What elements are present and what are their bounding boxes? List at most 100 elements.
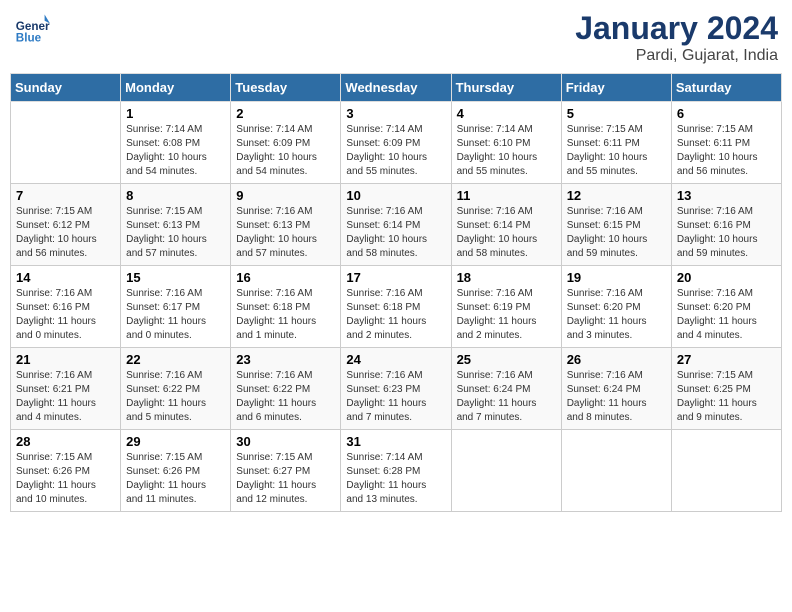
weekday-header-cell: Thursday (451, 74, 561, 102)
day-number: 18 (457, 270, 556, 285)
cell-info: Sunrise: 7:16 AM Sunset: 6:24 PM Dayligh… (567, 369, 666, 425)
day-number: 14 (16, 270, 115, 285)
cell-info: Sunrise: 7:14 AM Sunset: 6:28 PM Dayligh… (346, 451, 445, 507)
calendar-cell: 7 Sunrise: 7:15 AM Sunset: 6:12 PM Daylig… (11, 184, 121, 266)
cell-info: Sunrise: 7:14 AM Sunset: 6:10 PM Dayligh… (457, 123, 556, 179)
cell-info: Sunrise: 7:16 AM Sunset: 6:24 PM Dayligh… (457, 369, 556, 425)
day-number: 10 (346, 188, 445, 203)
cell-info: Sunrise: 7:16 AM Sunset: 6:16 PM Dayligh… (16, 287, 115, 343)
day-number: 8 (126, 188, 225, 203)
svg-text:Blue: Blue (16, 32, 42, 45)
day-number: 6 (677, 106, 776, 121)
calendar-cell: 25 Sunrise: 7:16 AM Sunset: 6:24 PM Dayli… (451, 348, 561, 430)
calendar-cell: 5Sunrise: 7:15 AM Sunset: 6:11 PM Daylig… (561, 102, 671, 184)
cell-info: Sunrise: 7:16 AM Sunset: 6:22 PM Dayligh… (126, 369, 225, 425)
calendar-cell: 17 Sunrise: 7:16 AM Sunset: 6:18 PM Dayli… (341, 266, 451, 348)
calendar-cell: 9 Sunrise: 7:16 AM Sunset: 6:13 PM Daylig… (231, 184, 341, 266)
day-number: 17 (346, 270, 445, 285)
calendar-cell: 16Sunrise: 7:16 AM Sunset: 6:18 PM Dayli… (231, 266, 341, 348)
cell-info: Sunrise: 7:16 AM Sunset: 6:15 PM Dayligh… (567, 205, 666, 261)
day-number: 13 (677, 188, 776, 203)
cell-info: Sunrise: 7:15 AM Sunset: 6:26 PM Dayligh… (16, 451, 115, 507)
cell-info: Sunrise: 7:15 AM Sunset: 6:27 PM Dayligh… (236, 451, 335, 507)
calendar-cell: 11 Sunrise: 7:16 AM Sunset: 6:14 PM Dayli… (451, 184, 561, 266)
calendar-week-row: 28 Sunrise: 7:15 AM Sunset: 6:26 PM Dayli… (11, 430, 782, 512)
cell-info: Sunrise: 7:16 AM Sunset: 6:13 PM Dayligh… (236, 205, 335, 261)
weekday-header-cell: Friday (561, 74, 671, 102)
day-number: 12 (567, 188, 666, 203)
calendar-week-row: 7 Sunrise: 7:15 AM Sunset: 6:12 PM Daylig… (11, 184, 782, 266)
day-number: 28 (16, 434, 115, 449)
weekday-header-row: SundayMondayTuesdayWednesdayThursdayFrid… (11, 74, 782, 102)
calendar-cell: 10 Sunrise: 7:16 AM Sunset: 6:14 PM Dayli… (341, 184, 451, 266)
calendar-cell: 30Sunrise: 7:15 AM Sunset: 6:27 PM Dayli… (231, 430, 341, 512)
cell-info: Sunrise: 7:15 AM Sunset: 6:12 PM Dayligh… (16, 205, 115, 261)
day-number: 23 (236, 352, 335, 367)
calendar-cell: 23Sunrise: 7:16 AM Sunset: 6:22 PM Dayli… (231, 348, 341, 430)
calendar-cell: 28 Sunrise: 7:15 AM Sunset: 6:26 PM Dayli… (11, 430, 121, 512)
cell-info: Sunrise: 7:16 AM Sunset: 6:18 PM Dayligh… (346, 287, 445, 343)
day-number: 1 (126, 106, 225, 121)
calendar-cell: 26Sunrise: 7:16 AM Sunset: 6:24 PM Dayli… (561, 348, 671, 430)
calendar-cell: 31 Sunrise: 7:14 AM Sunset: 6:28 PM Dayli… (341, 430, 451, 512)
cell-info: Sunrise: 7:15 AM Sunset: 6:26 PM Dayligh… (126, 451, 225, 507)
cell-info: Sunrise: 7:16 AM Sunset: 6:19 PM Dayligh… (457, 287, 556, 343)
day-number: 19 (567, 270, 666, 285)
calendar-week-row: 21 Sunrise: 7:16 AM Sunset: 6:21 PM Dayli… (11, 348, 782, 430)
cell-info: Sunrise: 7:16 AM Sunset: 6:20 PM Dayligh… (677, 287, 776, 343)
calendar-cell (451, 430, 561, 512)
cell-info: Sunrise: 7:16 AM Sunset: 6:16 PM Dayligh… (677, 205, 776, 261)
cell-info: Sunrise: 7:15 AM Sunset: 6:25 PM Dayligh… (677, 369, 776, 425)
weekday-header-cell: Wednesday (341, 74, 451, 102)
cell-info: Sunrise: 7:15 AM Sunset: 6:13 PM Dayligh… (126, 205, 225, 261)
cell-info: Sunrise: 7:16 AM Sunset: 6:17 PM Dayligh… (126, 287, 225, 343)
day-number: 21 (16, 352, 115, 367)
title-block: January 2024 Pardi, Gujarat, India (575, 10, 778, 65)
calendar-cell: 14 Sunrise: 7:16 AM Sunset: 6:16 PM Dayli… (11, 266, 121, 348)
calendar-cell (561, 430, 671, 512)
calendar-cell: 3 Sunrise: 7:14 AM Sunset: 6:09 PM Daylig… (341, 102, 451, 184)
calendar-cell: 22 Sunrise: 7:16 AM Sunset: 6:22 PM Dayli… (121, 348, 231, 430)
location-title: Pardi, Gujarat, India (575, 47, 778, 65)
cell-info: Sunrise: 7:16 AM Sunset: 6:18 PM Dayligh… (236, 287, 335, 343)
cell-info: Sunrise: 7:15 AM Sunset: 6:11 PM Dayligh… (677, 123, 776, 179)
day-number: 4 (457, 106, 556, 121)
cell-info: Sunrise: 7:14 AM Sunset: 6:09 PM Dayligh… (346, 123, 445, 179)
day-number: 22 (126, 352, 225, 367)
day-number: 25 (457, 352, 556, 367)
day-number: 7 (16, 188, 115, 203)
day-number: 20 (677, 270, 776, 285)
weekday-header-cell: Sunday (11, 74, 121, 102)
calendar-cell (11, 102, 121, 184)
calendar-cell: 13 Sunrise: 7:16 AM Sunset: 6:16 PM Dayli… (671, 184, 781, 266)
calendar-cell: 20 Sunrise: 7:16 AM Sunset: 6:20 PM Dayli… (671, 266, 781, 348)
calendar-cell: 24Sunrise: 7:16 AM Sunset: 6:23 PM Dayli… (341, 348, 451, 430)
day-number: 15 (126, 270, 225, 285)
calendar-cell: 1Sunrise: 7:14 AM Sunset: 6:08 PM Daylig… (121, 102, 231, 184)
cell-info: Sunrise: 7:15 AM Sunset: 6:11 PM Dayligh… (567, 123, 666, 179)
cell-info: Sunrise: 7:14 AM Sunset: 6:09 PM Dayligh… (236, 123, 335, 179)
day-number: 11 (457, 188, 556, 203)
day-number: 31 (346, 434, 445, 449)
day-number: 3 (346, 106, 445, 121)
day-number: 29 (126, 434, 225, 449)
weekday-header-cell: Saturday (671, 74, 781, 102)
weekday-header-cell: Tuesday (231, 74, 341, 102)
cell-info: Sunrise: 7:16 AM Sunset: 6:14 PM Dayligh… (346, 205, 445, 261)
logo-icon: General Blue (14, 10, 50, 46)
calendar-body: 1Sunrise: 7:14 AM Sunset: 6:08 PM Daylig… (11, 102, 782, 512)
calendar-cell: 15 Sunrise: 7:16 AM Sunset: 6:17 PM Dayli… (121, 266, 231, 348)
calendar-cell: 19Sunrise: 7:16 AM Sunset: 6:20 PM Dayli… (561, 266, 671, 348)
cell-info: Sunrise: 7:16 AM Sunset: 6:14 PM Dayligh… (457, 205, 556, 261)
calendar-week-row: 14 Sunrise: 7:16 AM Sunset: 6:16 PM Dayli… (11, 266, 782, 348)
calendar-cell: 8 Sunrise: 7:15 AM Sunset: 6:13 PM Daylig… (121, 184, 231, 266)
calendar-week-row: 1Sunrise: 7:14 AM Sunset: 6:08 PM Daylig… (11, 102, 782, 184)
day-number: 9 (236, 188, 335, 203)
calendar-cell: 27Sunrise: 7:15 AM Sunset: 6:25 PM Dayli… (671, 348, 781, 430)
calendar-cell: 21 Sunrise: 7:16 AM Sunset: 6:21 PM Dayli… (11, 348, 121, 430)
calendar-cell (671, 430, 781, 512)
calendar-cell: 6 Sunrise: 7:15 AM Sunset: 6:11 PM Daylig… (671, 102, 781, 184)
calendar-table: SundayMondayTuesdayWednesdayThursdayFrid… (10, 73, 782, 512)
calendar-cell: 4 Sunrise: 7:14 AM Sunset: 6:10 PM Daylig… (451, 102, 561, 184)
cell-info: Sunrise: 7:16 AM Sunset: 6:21 PM Dayligh… (16, 369, 115, 425)
